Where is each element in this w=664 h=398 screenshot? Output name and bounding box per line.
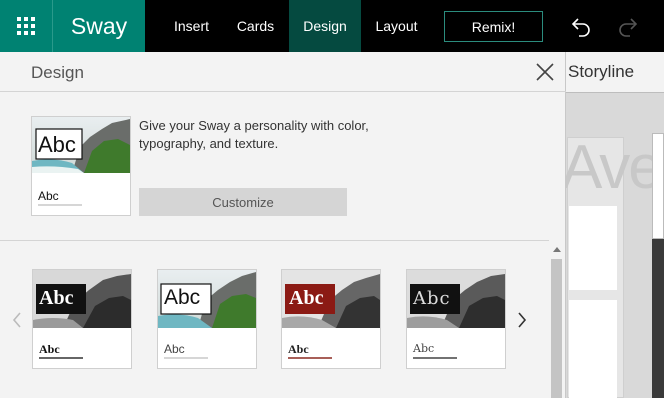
scroll-up-button[interactable] bbox=[550, 243, 563, 255]
heading-sample: Abc bbox=[164, 286, 201, 309]
scroll-up-arrow-icon bbox=[552, 246, 561, 252]
prev-styles-button[interactable] bbox=[9, 305, 25, 335]
body-sample: Abc bbox=[38, 189, 59, 203]
storyline-divider bbox=[565, 92, 664, 93]
close-panel-button[interactable] bbox=[534, 60, 556, 84]
body-sample: Abc bbox=[164, 342, 185, 356]
body-sample: Abc bbox=[39, 342, 60, 356]
waffle-grid-icon bbox=[17, 17, 35, 35]
preview-card-block bbox=[569, 206, 617, 290]
heading-sample: Abc bbox=[39, 287, 74, 309]
storyline-tab[interactable]: Storyline bbox=[566, 52, 664, 92]
body-sample: Abc bbox=[288, 342, 309, 356]
tab-design[interactable]: Design bbox=[289, 0, 361, 52]
undo-button[interactable] bbox=[567, 12, 595, 40]
body-sample: Abc bbox=[413, 342, 435, 355]
heading-sample: Abc bbox=[38, 132, 76, 157]
scrollbar-thumb[interactable] bbox=[551, 259, 562, 398]
chevron-left-icon bbox=[12, 312, 21, 328]
panel-title: Design bbox=[31, 63, 84, 82]
remix-button[interactable]: Remix! bbox=[444, 11, 543, 42]
styles-divider bbox=[0, 240, 549, 241]
app-brand[interactable]: Sway bbox=[52, 0, 145, 52]
next-styles-button[interactable] bbox=[514, 305, 530, 335]
design-description: Give your Sway a personality with color,… bbox=[139, 118, 369, 151]
tab-insert[interactable]: Insert bbox=[163, 0, 220, 52]
preview-side-card[interactable] bbox=[652, 133, 664, 239]
chevron-right-icon bbox=[518, 312, 527, 328]
app-launcher-button[interactable] bbox=[0, 0, 52, 52]
undo-icon bbox=[571, 18, 590, 37]
style-option-1[interactable]: Abc Abc bbox=[32, 269, 132, 369]
redo-button[interactable] bbox=[614, 12, 642, 40]
current-style-thumbnail: Abc Abc bbox=[31, 116, 131, 216]
style-option-3[interactable]: Abc Abc bbox=[281, 269, 381, 369]
panel-header-divider bbox=[0, 91, 566, 92]
style-option-2[interactable]: Abc Abc bbox=[157, 269, 257, 369]
style-option-4[interactable]: Abc Abc bbox=[406, 269, 506, 369]
customize-button[interactable]: Customize bbox=[139, 188, 347, 216]
preview-card-block bbox=[569, 300, 617, 398]
heading-sample: Abc bbox=[289, 287, 324, 309]
tab-cards[interactable]: Cards bbox=[228, 0, 283, 52]
heading-sample: Abc bbox=[413, 288, 451, 309]
preview-image-block bbox=[652, 232, 664, 398]
redo-icon bbox=[619, 18, 638, 37]
preview-title-text: Ave bbox=[561, 133, 663, 202]
tab-layout[interactable]: Layout bbox=[365, 0, 428, 52]
close-icon bbox=[536, 63, 554, 81]
